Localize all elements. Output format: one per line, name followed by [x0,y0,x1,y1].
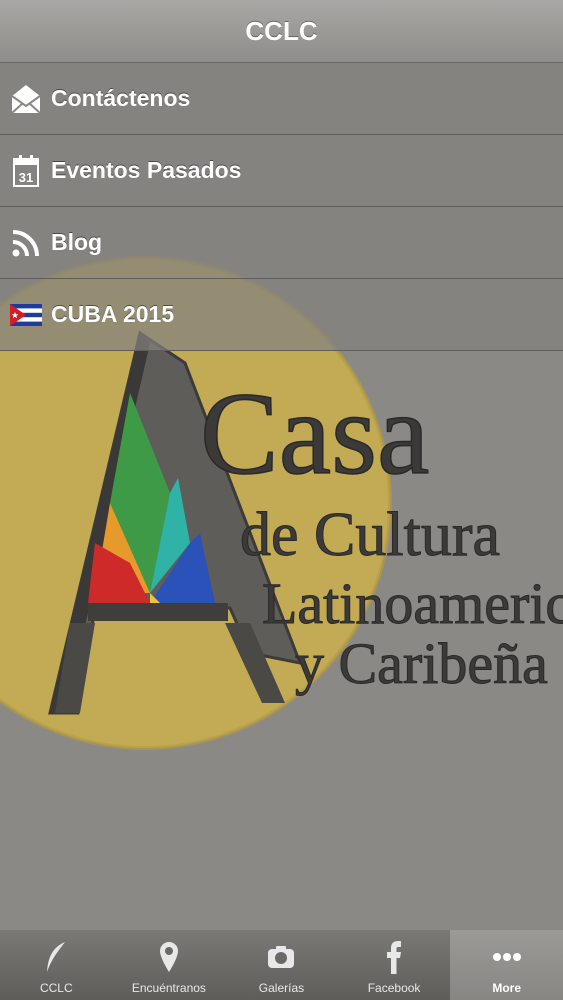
logo-text-latinoamericana: Latinoamericana [262,571,563,636]
tab-label: Facebook [367,981,421,995]
facebook-icon [386,939,402,975]
tab-bar: CCLC Encuéntranos Galerías Facebook More [0,930,563,1000]
calendar-icon: 31 [10,154,42,188]
cuba-flag-icon [10,298,42,332]
menu-item-cuba-2015[interactable]: CUBA 2015 [0,279,563,351]
camera-icon [267,939,295,975]
envelope-icon [10,82,42,116]
logo-text-casa: Casa [200,368,429,499]
tab-facebook[interactable]: Facebook [338,930,451,1000]
menu-item-blog[interactable]: Blog [0,207,563,279]
tab-label: More [492,981,521,995]
logo-text-de-cultura: de Cultura [240,501,500,569]
menu-item-eventos-pasados[interactable]: 31 Eventos Pasados [0,135,563,207]
app-title: CCLC [245,15,318,46]
logo-text-y-caribena: y Caribeña [295,631,548,696]
tab-label: CCLC [39,981,73,995]
menu-item-label: Eventos Pasados [51,157,242,183]
rss-icon [10,226,42,260]
feather-icon [45,939,67,975]
tab-label: Encuéntranos [131,981,206,995]
tab-more[interactable]: More [450,930,563,1000]
tab-label: Galerías [258,981,305,995]
menu-item-label: Contáctenos [51,85,191,111]
menu-item-label: Blog [51,229,103,255]
tab-encuentranos[interactable]: Encuéntranos [113,930,226,1000]
tab-galerias[interactable]: Galerías [225,930,338,1000]
menu-item-contactenos[interactable]: Contáctenos [0,63,563,135]
app-header: CCLC [0,0,563,63]
main-content: Casa de Cultura Latinoamericana y Caribe… [0,63,563,930]
tab-cclc[interactable]: CCLC [0,930,113,1000]
svg-text:31: 31 [19,170,33,185]
menu-item-label: CUBA 2015 [51,301,175,327]
map-pin-icon [159,939,179,975]
more-menu: Contáctenos 31 Eventos Pasados Blog CUBA… [0,63,563,351]
more-dots-icon [492,939,521,975]
